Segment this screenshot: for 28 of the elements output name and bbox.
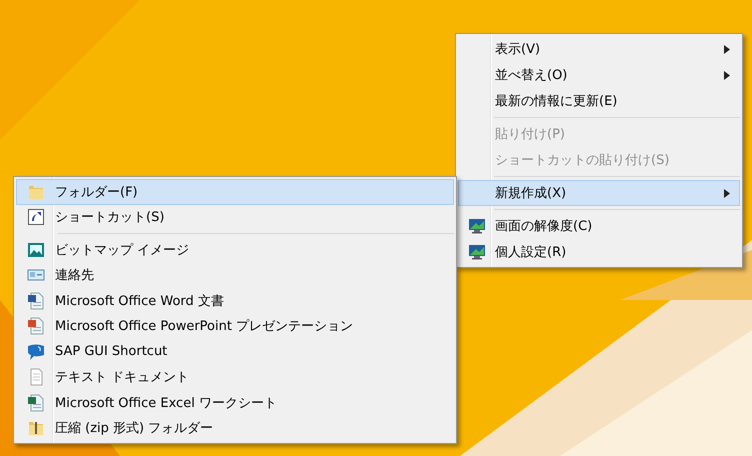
menu-item[interactable]: 圧縮 (zip 形式) フォルダー <box>16 416 454 441</box>
submenu-arrow-icon <box>724 44 730 54</box>
image-icon <box>27 240 45 259</box>
menu-item[interactable]: 並べ替え(O) <box>458 62 740 88</box>
menu-item[interactable]: SAP GUI Shortcut <box>16 339 454 364</box>
submenu-arrow-icon <box>724 70 730 80</box>
menu-item[interactable]: 画面の解像度(C) <box>458 213 740 239</box>
zipped-folder-icon <box>27 419 45 438</box>
word-document-icon <box>27 292 45 310</box>
menu-item[interactable]: Microsoft Office PowerPoint プレゼンテーション <box>16 314 454 339</box>
monitor-icon <box>468 217 486 235</box>
menu-item[interactable]: 個人設定(R) <box>458 239 740 265</box>
submenu-arrow-icon <box>724 188 730 198</box>
menu-item[interactable]: Microsoft Office Excel ワークシート <box>16 390 454 416</box>
menu-item[interactable]: Microsoft Office Word 文書 <box>16 288 454 314</box>
menu-item[interactable]: フォルダー(F) <box>16 179 454 204</box>
menu-item[interactable]: ショートカット(S) <box>16 204 454 230</box>
monitor-icon <box>468 243 486 261</box>
menu-item[interactable]: 新規作成(X) <box>458 180 740 206</box>
menu-item[interactable]: テキスト ドキュメント <box>16 364 454 390</box>
menu-item[interactable]: 表示(V) <box>458 36 740 62</box>
menu-item[interactable]: 連絡先 <box>16 262 454 288</box>
presentation-document-icon <box>27 317 45 336</box>
speech-bubble-icon <box>27 342 45 361</box>
menu-item[interactable]: 最新の情報に更新(E) <box>458 88 740 114</box>
menu-item[interactable]: ビットマップ イメージ <box>16 237 454 262</box>
spreadsheet-document-icon <box>27 394 45 412</box>
shortcut-icon <box>27 208 45 226</box>
